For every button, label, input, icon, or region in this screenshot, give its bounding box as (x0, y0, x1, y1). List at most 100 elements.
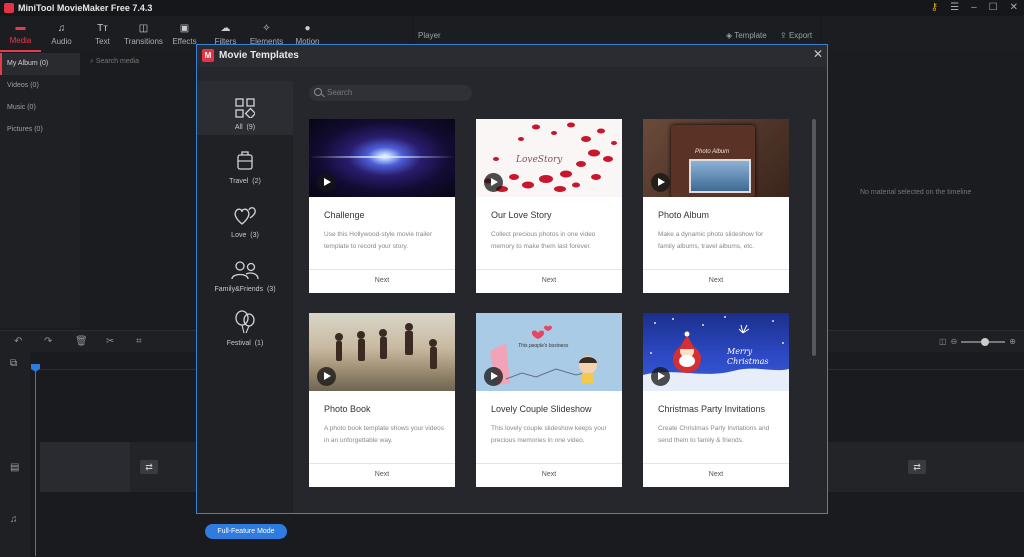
dialog-header: M Movie Templates ✕ (197, 45, 827, 67)
next-button[interactable]: Next (643, 463, 789, 487)
tab-media[interactable]: ▬ Media (0, 16, 41, 52)
undo-icon[interactable]: ↶ (14, 336, 22, 347)
play-icon[interactable] (317, 367, 336, 386)
minimize-icon[interactable]: – (971, 2, 977, 13)
category-love[interactable]: Love (3) (197, 189, 293, 243)
template-grid-scrollbar[interactable] (812, 119, 816, 356)
full-feature-mode-button[interactable]: Full-Feature Mode (205, 524, 287, 539)
tab-audio[interactable]: ♫ Audio (41, 16, 82, 52)
template-description: Create Christmas Party Invitations and s… (658, 425, 770, 444)
next-button[interactable]: Next (476, 269, 622, 293)
add-track-icon[interactable]: ⧉ (10, 358, 17, 369)
delete-icon[interactable]: 🗑 (75, 336, 88, 347)
template-title: Challenge (324, 210, 365, 220)
music-icon: ♫ (57, 22, 66, 34)
grid-icon (235, 98, 255, 118)
template-search-input[interactable]: Search (309, 85, 472, 101)
close-window-icon[interactable]: ✕ (1010, 2, 1018, 13)
category-festival[interactable]: Festival (1) (197, 297, 293, 351)
export-button[interactable]: ⇪ Export (780, 31, 812, 40)
effects-icon: ▣ (179, 22, 190, 34)
play-icon[interactable] (317, 173, 336, 192)
tab-text[interactable]: Tт Text (82, 16, 123, 52)
dialog-title: Movie Templates (219, 50, 299, 61)
properties-header (822, 16, 1024, 52)
fit-timeline-icon[interactable]: ◫ (939, 337, 947, 346)
template-description: A photo book template shows your videos … (324, 425, 444, 444)
motion-icon: ● (304, 22, 311, 34)
track-slot[interactable] (40, 442, 130, 492)
template-card-challenge[interactable]: Challenge Use this Hollywood-style movie… (309, 119, 455, 293)
menu-icon[interactable]: ☰ (950, 2, 959, 13)
player-label: Player (418, 31, 441, 40)
template-title: Our Love Story (491, 210, 552, 220)
template-card-photo-book[interactable]: Photo Book A photo book template shows y… (309, 313, 455, 487)
tab-transitions[interactable]: ◫ Transitions (123, 16, 164, 52)
template-description: Make a dynamic photo slideshow for famil… (658, 231, 764, 250)
zoom-in-icon[interactable]: ⊕ (1009, 337, 1016, 346)
movie-templates-dialog: M Movie Templates ✕ All (9) Travel (2) L… (196, 44, 828, 539)
transitions-icon: ◫ (138, 22, 149, 34)
balloons-icon (235, 310, 255, 334)
sidebar-item-my-album[interactable]: My Album (0) (0, 53, 80, 75)
search-media-input[interactable]: ⌕ Search media (90, 58, 139, 66)
next-button[interactable]: Next (309, 463, 455, 487)
category-sidebar: All (9) Travel (2) Love (3) Family&Frien… (197, 81, 293, 539)
thumbnail-caption: This people's business (518, 343, 569, 349)
play-icon[interactable] (484, 173, 503, 192)
sidebar-item-pictures[interactable]: Pictures (0) (0, 119, 80, 141)
crop-icon[interactable]: ⌗ (136, 336, 142, 347)
window-controls: ⚷ ☰ – ☐ ✕ (931, 2, 1018, 13)
app-logo-icon: M (202, 49, 214, 62)
sidebar-item-videos[interactable]: Videos (0) (0, 75, 80, 97)
properties-pane: No material selected on the timeline (822, 53, 1024, 328)
template-title: Photo Album (658, 210, 710, 220)
filters-icon: ☁ (220, 22, 231, 34)
sidebar-item-music[interactable]: Music (0) (0, 97, 80, 119)
template-icon: ◈ (726, 31, 735, 40)
next-button[interactable]: Next (643, 269, 789, 293)
template-description: Use this Hollywood-style movie trailer t… (324, 231, 433, 250)
elements-icon: ✧ (262, 22, 271, 34)
category-family-friends[interactable]: Family&Friends (3) (197, 243, 293, 297)
maximize-icon[interactable]: ☐ (989, 2, 998, 13)
luggage-icon (237, 151, 253, 170)
hearts-icon (234, 207, 256, 225)
library-sidebar: My Album (0) Videos (0) Music (0) Pictur… (0, 53, 80, 328)
template-description: This lovely couple slideshow keeps your … (491, 425, 607, 444)
template-title: Lovely Couple Slideshow (491, 404, 592, 414)
template-grid: Challenge Use this Hollywood-style movie… (309, 119, 791, 491)
template-card-lovely-couple-slideshow[interactable]: This people's business Lovely Couple Sli… (476, 313, 622, 487)
play-icon[interactable] (651, 367, 670, 386)
zoom-out-icon[interactable]: ⊖ (951, 337, 958, 346)
text-icon: Tт (97, 22, 108, 34)
playhead[interactable] (35, 366, 36, 556)
category-travel[interactable]: Travel (2) (197, 135, 293, 189)
next-button[interactable]: Next (309, 269, 455, 293)
redo-icon[interactable]: ↷ (44, 336, 52, 347)
template-card-christmas-party-invitations[interactable]: Merry Christmas Christmas Party Invitati… (643, 313, 789, 487)
split-icon[interactable]: ✂ (106, 336, 114, 347)
transition-swap-icon[interactable]: ⇄ (908, 460, 926, 474)
category-all[interactable]: All (9) (197, 81, 293, 135)
empty-properties-text: No material selected on the timeline (860, 189, 972, 196)
play-icon[interactable] (651, 173, 670, 192)
close-icon[interactable]: ✕ (813, 47, 823, 61)
thumbnail-caption: Merry Christmas (727, 347, 769, 366)
zoom-slider[interactable] (961, 337, 1006, 346)
thumbnail-caption: LoveStory (516, 155, 563, 165)
folder-icon: ▬ (15, 21, 26, 33)
zoom-slider-knob[interactable] (981, 337, 990, 346)
template-title: Christmas Party Invitations (658, 404, 766, 414)
export-icon: ⇪ (780, 31, 789, 40)
key-icon[interactable]: ⚷ (931, 2, 938, 13)
template-button[interactable]: ◈ Template (726, 31, 767, 40)
transition-swap-icon[interactable]: ⇄ (140, 460, 158, 474)
template-card-photo-album[interactable]: Photo Album Photo Album Make a dynamic p… (643, 119, 789, 293)
template-description: Collect precious photos in one video mem… (491, 231, 596, 250)
app-logo-icon (4, 3, 14, 13)
next-button[interactable]: Next (476, 463, 622, 487)
play-icon[interactable] (484, 367, 503, 386)
template-card-our-love-story[interactable]: LoveStory Our Love Story Collect preciou… (476, 119, 622, 293)
track-headers: ⧉ ▤ ♫ (0, 352, 30, 557)
